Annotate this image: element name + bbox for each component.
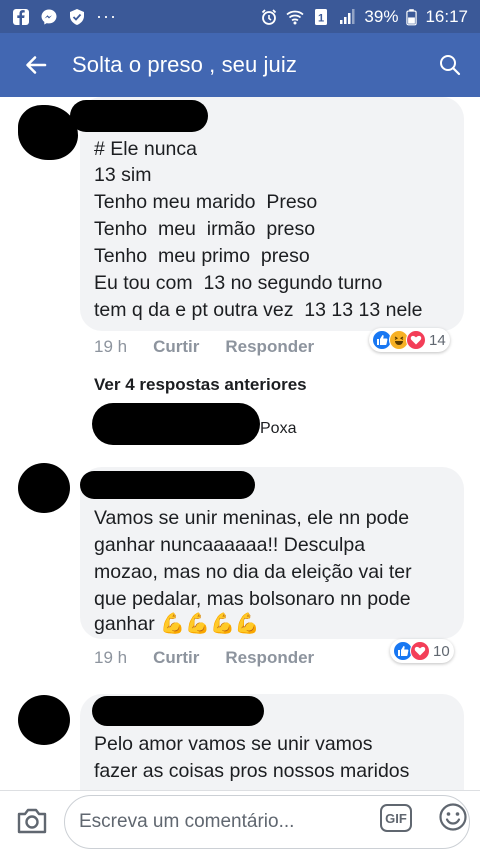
search-button[interactable]	[420, 33, 480, 97]
reaction-count: 14	[429, 331, 446, 349]
comment-line: # Ele nunca	[94, 138, 197, 160]
reply-preview-text[interactable]: Poxa	[260, 419, 296, 439]
view-previous-replies-link[interactable]: Ver 4 respostas anteriores	[94, 375, 307, 395]
facebook-notification-icon	[13, 8, 29, 25]
back-button[interactable]	[0, 33, 72, 97]
reaction-summary[interactable]: 14	[369, 328, 450, 352]
svg-text:1: 1	[318, 12, 324, 24]
comment-line: Eu tou com 13 no segundo turno	[94, 272, 383, 294]
comment-actions: 19 h Curtir Responder	[94, 648, 314, 668]
clock: 16:17	[425, 6, 468, 26]
sim-icon: 1	[315, 8, 328, 25]
reaction-summary[interactable]: 10	[390, 639, 454, 663]
comment-line: Tenho meu marido Preso	[94, 191, 318, 213]
redacted-author-name	[70, 100, 208, 132]
comment-line: mozao, mas no dia da eleição vai ter	[94, 561, 412, 583]
comment-composer: Escreva um comentário... GIF	[0, 790, 480, 853]
redacted-author-name	[80, 471, 255, 499]
like-button[interactable]: Curtir	[153, 648, 199, 668]
status-bar: ··· 1 39% 16:17	[0, 0, 480, 33]
battery-percentage: 39%	[364, 6, 399, 26]
flexed-biceps-emoji: 💪💪💪💪	[160, 613, 260, 635]
comment-timestamp: 19 h	[94, 337, 128, 356]
signal-icon	[340, 8, 355, 24]
comment-line: que pedalar, mas bolsonaro nn pode	[94, 588, 411, 610]
comments-feed[interactable]: # Ele nunca 13 sim Tenho meu marido Pres…	[0, 97, 480, 790]
comment-timestamp: 19 h	[94, 648, 128, 667]
like-button[interactable]: Curtir	[153, 337, 199, 357]
love-reaction-icon	[406, 330, 426, 350]
more-notifications-indicator: ···	[96, 6, 117, 26]
comment-line: ganhar nuncaaaaaa!! Desculpa	[94, 534, 366, 556]
reply-button[interactable]: Responder	[225, 648, 314, 668]
page-title: Solta o preso , seu juiz	[72, 52, 297, 77]
app-header: Solta o preso , seu juiz	[0, 33, 480, 97]
love-reaction-icon	[410, 641, 430, 661]
avatar[interactable]	[18, 463, 70, 513]
redacted-author-name	[92, 696, 264, 726]
comment-line: ganhar 💪💪💪💪	[94, 611, 260, 637]
avatar[interactable]	[18, 695, 70, 745]
alarm-icon	[262, 8, 277, 25]
gif-button[interactable]: GIF	[380, 804, 412, 832]
comment-input-placeholder: Escreva um comentário...	[79, 811, 295, 832]
back-arrow-icon	[26, 56, 47, 74]
battery-icon	[406, 8, 418, 25]
messenger-notification-icon	[41, 9, 57, 24]
reply-button[interactable]: Responder	[225, 337, 314, 357]
search-icon	[440, 55, 461, 76]
camera-icon[interactable]	[14, 803, 50, 839]
wifi-icon	[286, 10, 304, 24]
comment-line: 13 sim	[94, 164, 152, 186]
redacted-reply-author	[92, 403, 260, 445]
comment-line-text: ganhar	[94, 613, 155, 635]
comment-line: Pelo amor vamos se unir vamos	[94, 733, 373, 755]
comment-line: Tenho meu primo preso	[94, 245, 310, 267]
emoji-icon[interactable]	[438, 802, 468, 832]
comment-line: tem q da e pt outra vez 13 13 13 nele	[94, 299, 423, 321]
comment-actions: 19 h Curtir Responder	[94, 337, 314, 357]
avatar[interactable]	[18, 105, 78, 160]
comment-line: Tenho meu irmão preso	[94, 218, 316, 240]
shield-notification-icon	[70, 8, 84, 25]
comment-line: fazer as coisas pros nossos maridos	[94, 760, 410, 782]
comment-line: Vamos se unir meninas, ele nn pode	[94, 507, 410, 529]
reaction-count: 10	[433, 642, 450, 660]
